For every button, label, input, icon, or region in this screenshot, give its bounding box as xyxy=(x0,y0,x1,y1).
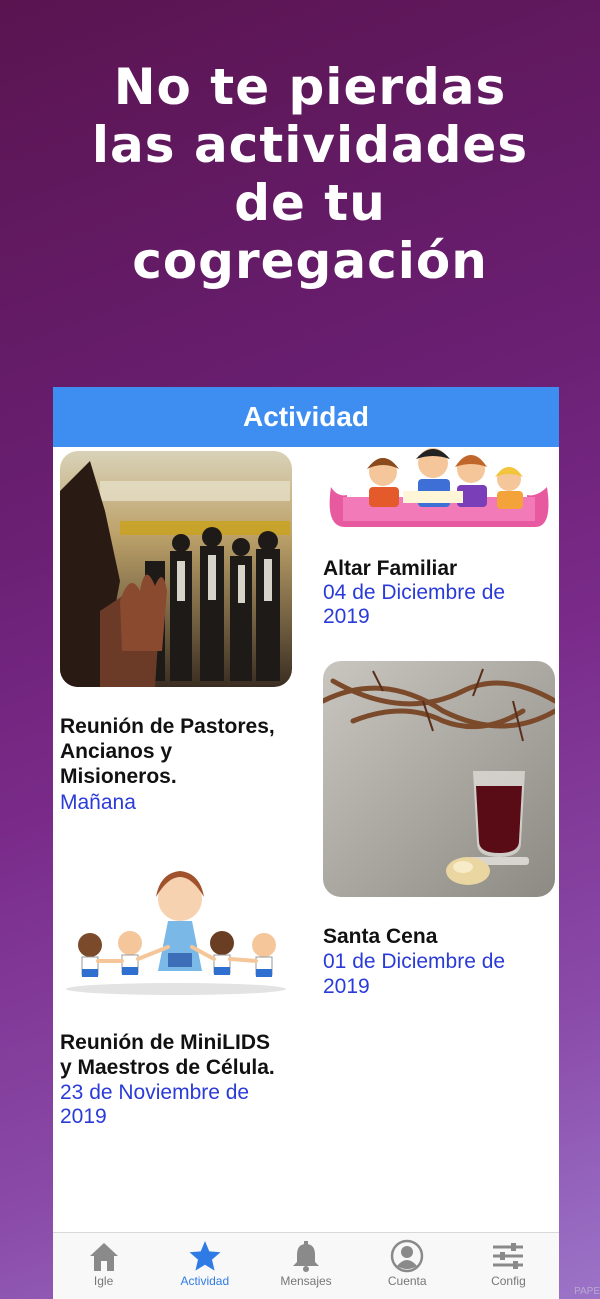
activity-title: Santa Cena xyxy=(323,925,438,948)
tab-igle[interactable]: Igle xyxy=(53,1233,154,1299)
promo-line-4: cogregación xyxy=(132,232,488,290)
tab-actividad[interactable]: Actividad xyxy=(154,1233,255,1299)
activity-image-santa-cena xyxy=(323,661,555,897)
tab-config-label: Config xyxy=(491,1274,526,1288)
activity-card-minilids[interactable]: Reunión de MiniLIDS y Maestros de Célula… xyxy=(53,837,306,1137)
promo-line-1: No te pierdas xyxy=(113,58,507,116)
activity-date: Mañana xyxy=(60,791,136,814)
activity-image-minilids xyxy=(60,857,292,997)
activity-date-line-2: 2019 xyxy=(60,1105,107,1128)
phone-screen: Actividad Reunión de Pastores, Ancianos … xyxy=(53,387,559,1299)
activity-date-line-1: 04 de Diciembre de xyxy=(323,581,506,604)
user-icon xyxy=(390,1239,424,1273)
activity-date-line-2: 2019 xyxy=(323,605,370,628)
activity-title: Reunión de MiniLIDS y Maestros de Célula… xyxy=(60,1031,275,1079)
promo-headline: No te pierdas las actividades de tu cogr… xyxy=(40,58,580,290)
tab-mensajes[interactable]: Mensajes xyxy=(255,1233,356,1299)
tab-mensajes-label: Mensajes xyxy=(280,1274,332,1288)
sliders-icon xyxy=(493,1243,524,1269)
nav-bar: Actividad xyxy=(53,387,559,447)
activity-card-santa-cena[interactable]: Santa Cena 01 de Diciembre de 2019 xyxy=(315,657,559,1012)
watermark: PAPE xyxy=(574,1286,600,1297)
activity-date-line-1: 01 de Diciembre de xyxy=(323,950,506,973)
tab-cuenta[interactable]: Cuenta xyxy=(357,1233,458,1299)
activity-date-line-2: 2019 xyxy=(323,975,370,998)
activity-title: Altar Familiar xyxy=(323,557,458,580)
star-icon xyxy=(189,1241,221,1271)
activity-card-altar-familiar[interactable]: Altar Familiar 04 de Diciembre de 2019 xyxy=(315,447,559,647)
activity-image-pastores xyxy=(60,451,292,687)
promo-line-2: las actividades xyxy=(91,116,529,174)
activity-card-pastores[interactable]: Reunión de Pastores, Ancianos y Misioner… xyxy=(53,447,306,817)
promo-line-3: de tu xyxy=(234,174,386,232)
activity-title: Reunión de Pastores, Ancianos y Misioner… xyxy=(60,715,275,788)
page-title: Actividad xyxy=(242,401,370,432)
bell-icon xyxy=(293,1241,319,1272)
activity-image-altar-familiar xyxy=(323,447,555,533)
tab-config[interactable]: Config xyxy=(458,1233,559,1299)
tab-igle-label: Igle xyxy=(93,1274,114,1288)
church-icon xyxy=(89,1243,118,1271)
activity-date-line-1: 23 de Noviembre de xyxy=(60,1081,250,1104)
tab-bar: Igle Actividad Mensajes Cuenta Config xyxy=(53,1232,559,1299)
tab-actividad-label: Actividad xyxy=(180,1274,230,1288)
tab-cuenta-label: Cuenta xyxy=(387,1274,427,1288)
